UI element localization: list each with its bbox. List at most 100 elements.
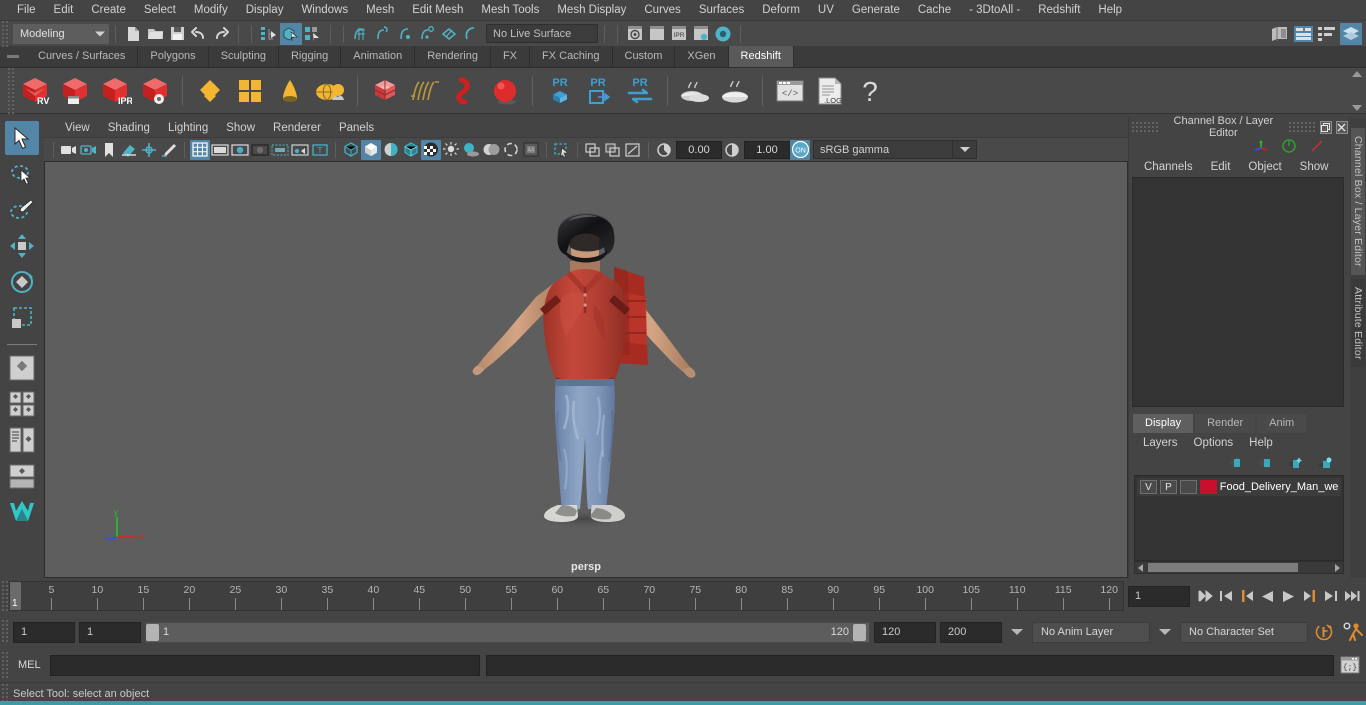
snap-to-curve-icon[interactable] [372,23,394,45]
redshift-environment-icon[interactable] [312,73,348,109]
select-by-hierarchy-icon[interactable] [258,23,280,45]
snap-to-projected-center-icon[interactable] [416,23,438,45]
menu-redshift[interactable]: Redshift [1029,1,1089,19]
select-by-component-icon[interactable] [302,23,324,45]
move-axis-icon[interactable] [1250,135,1272,157]
close-icon[interactable] [1336,121,1348,134]
step-back-frame-icon[interactable] [1238,587,1255,606]
move-layer-up-icon[interactable] [1224,452,1246,474]
command-line-grip[interactable] [0,652,9,678]
menu-windows[interactable]: Windows [292,1,357,19]
move-tool-icon[interactable] [5,229,39,263]
step-forward-keyframe-icon[interactable] [1322,587,1339,606]
shelf-tab-redshift[interactable]: Redshift [729,46,794,67]
texture-shading-icon[interactable] [421,140,441,160]
redshift-pr-transfer-icon[interactable]: PR [622,73,658,109]
2d-pan-zoom-icon[interactable] [139,140,159,160]
scrollbar-thumb[interactable] [1148,563,1298,572]
grease-pencil-icon[interactable] [159,140,179,160]
redshift-help-icon[interactable]: ? [852,73,888,109]
redshift-log-icon[interactable]: .LOG [812,73,848,109]
panel-drag-handle[interactable] [1131,121,1159,133]
film-gate-icon[interactable] [210,140,230,160]
new-layer-icon[interactable] [1284,452,1306,474]
anim-layer-field[interactable]: No Anim Layer [1032,622,1150,643]
play-backwards-icon[interactable] [1259,587,1276,606]
menu-deform[interactable]: Deform [753,1,809,19]
menu-create[interactable]: Create [82,1,135,19]
viewport-menu-renderer[interactable]: Renderer [264,121,330,135]
exposure-icon[interactable] [654,140,674,160]
snap-to-grid-icon[interactable] [350,23,372,45]
motion-blur-icon[interactable] [501,140,521,160]
scale-tool-icon[interactable] [5,301,39,335]
snap-to-view-plane-icon[interactable] [438,23,460,45]
step-back-keyframe-icon[interactable] [1217,587,1234,606]
menu-cache[interactable]: Cache [909,1,960,19]
playback-start-field[interactable]: 1 [79,622,141,643]
bookmark-icon[interactable] [99,140,119,160]
layer-row[interactable]: V P Food_Delivery_Man_we [1137,478,1341,496]
status-line-grip[interactable] [0,21,9,47]
scroll-up-icon[interactable] [1352,71,1362,77]
animation-preferences-icon[interactable] [1340,620,1366,644]
shadows-icon[interactable] [461,140,481,160]
menu-help[interactable]: Help [1089,1,1131,19]
shelf-tab-sculpting[interactable]: Sculpting [209,46,279,67]
use-default-lighting-icon[interactable] [441,140,461,160]
select-tool-icon[interactable] [5,121,39,155]
select-camera-icon[interactable] [59,140,79,160]
command-input[interactable] [50,655,480,676]
render-sequence-icon[interactable] [646,23,668,45]
gamma-icon[interactable] [722,140,742,160]
range-left-handle[interactable] [146,624,159,641]
menu-mesh[interactable]: Mesh [357,1,403,19]
redo-icon[interactable] [210,23,232,45]
script-editor-icon[interactable]: {;} [1338,653,1362,677]
menu-edit-mesh[interactable]: Edit Mesh [403,1,472,19]
gate-mask-icon[interactable] [250,140,270,160]
auto-key-icon[interactable] [1312,620,1336,644]
make-live-icon[interactable] [460,23,482,45]
character-set-field[interactable]: No Character Set [1180,622,1308,643]
time-slider-track[interactable]: 1 51015202530354045505560657075808590951… [9,581,1124,611]
step-forward-frame-icon[interactable] [1301,587,1318,606]
menu-generate[interactable]: Generate [843,1,909,19]
rotate-dial-icon[interactable] [1278,135,1300,157]
isolate-select-icon[interactable] [552,140,572,160]
lasso-select-tool-icon[interactable] [5,157,39,191]
menu-edit[interactable]: Edit [45,1,83,19]
open-scene-icon[interactable] [144,23,166,45]
viewport-menu-panels[interactable]: Panels [330,121,383,135]
layer-menu-options[interactable]: Options [1186,436,1242,450]
redshift-ipr-icon[interactable]: IPR [97,73,133,109]
scale-diagonal-icon[interactable] [1306,135,1328,157]
toggle-sidebar-icon[interactable] [1268,23,1290,45]
menu-modify[interactable]: Modify [185,1,237,19]
grid-toggle-icon[interactable] [190,140,210,160]
vtab-channel-box-layer-editor[interactable]: Channel Box / Layer Editor [1351,128,1365,275]
channel-box-menu-show[interactable]: Show [1291,160,1338,174]
xray-joints-icon[interactable] [290,140,310,160]
camera-attributes-icon[interactable] [79,140,99,160]
redshift-proxy-icon[interactable] [367,73,403,109]
rotate-tool-icon[interactable] [5,265,39,299]
shelf-scroll-arrows[interactable] [1350,71,1364,111]
image-plane-icon[interactable] [119,140,139,160]
save-scene-icon[interactable] [166,23,188,45]
channel-box-menu-channels[interactable]: Channels [1135,160,1202,174]
color-management-toggle-icon[interactable]: ON [790,140,810,160]
texture-toggle-icon[interactable]: T [310,140,330,160]
tool-settings-icon[interactable] [1316,23,1338,45]
paint-select-tool-icon[interactable] [5,193,39,227]
new-layer-from-selected-icon[interactable] [1314,452,1336,474]
redshift-render-sequence-icon[interactable] [57,73,93,109]
redshift-render-view-icon[interactable]: RV [17,73,53,109]
layer-playback-toggle[interactable]: P [1160,480,1177,494]
viewport-menu-show[interactable]: Show [217,121,264,135]
render-settings-icon[interactable] [690,23,712,45]
attribute-editor-icon[interactable] [1292,23,1314,45]
range-slider-grip[interactable] [0,620,9,644]
color-management-field[interactable]: sRGB gamma [813,140,953,159]
redshift-script-icon[interactable]: </> [772,73,808,109]
